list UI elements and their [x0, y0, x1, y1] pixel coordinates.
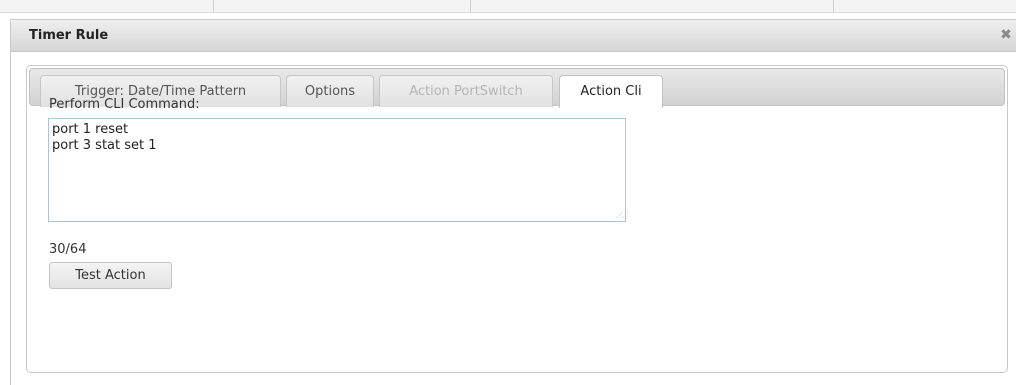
resize-grip-icon[interactable]: ⋰⋰	[616, 211, 629, 219]
tab-options[interactable]: Options	[286, 75, 374, 107]
char-counter: 30/64	[49, 242, 87, 257]
background-divider	[833, 0, 834, 12]
background-toolbar	[0, 0, 1016, 13]
timer-rule-dialog: Timer Rule ✖ Trigger: Date/Time Pattern …	[10, 19, 1016, 385]
tab-action-portswitch[interactable]: Action PortSwitch	[379, 75, 553, 107]
test-action-button[interactable]: Test Action	[49, 262, 172, 289]
cli-command-label: Perform CLI Command:	[49, 97, 200, 112]
close-icon[interactable]: ✖	[998, 26, 1014, 44]
cli-command-textarea[interactable]	[48, 118, 626, 222]
dialog-titlebar[interactable]: Timer Rule ✖	[11, 20, 1016, 52]
background-divider	[470, 0, 471, 12]
tab-action-cli[interactable]: Action Cli	[559, 75, 663, 108]
dialog-title: Timer Rule	[29, 28, 109, 43]
background-divider	[213, 0, 214, 12]
